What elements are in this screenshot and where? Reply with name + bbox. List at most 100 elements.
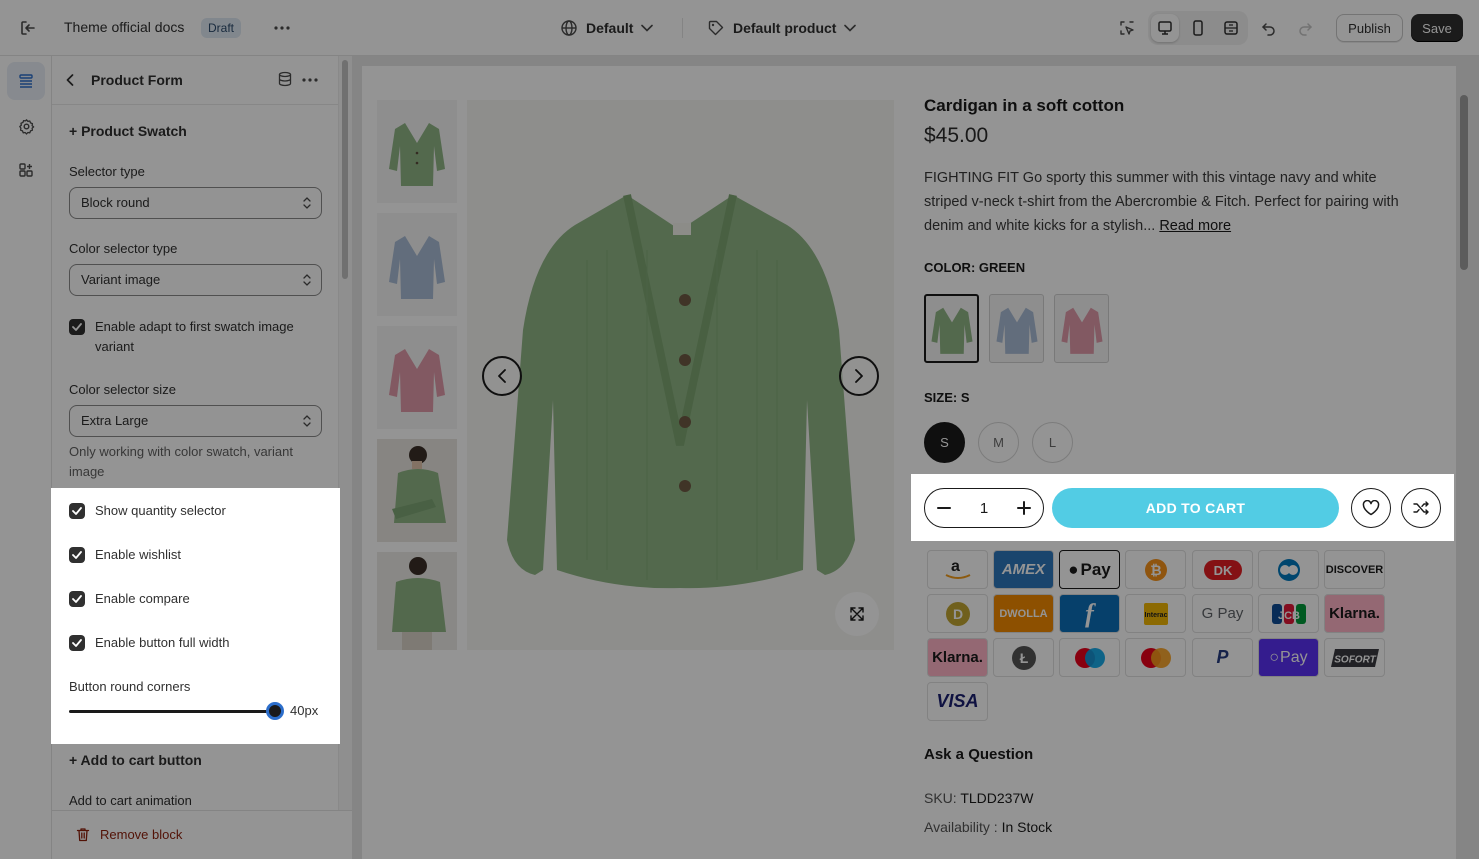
save-button[interactable]: Save	[1411, 14, 1463, 42]
checkbox-checked[interactable]	[69, 635, 85, 651]
size-help-text: Only working with color swatch, variant …	[69, 444, 293, 479]
thumbnail-model-front[interactable]	[377, 439, 457, 542]
database-icon[interactable]	[277, 71, 295, 89]
wishlist-button[interactable]	[1351, 488, 1391, 528]
swatch-green[interactable]	[924, 294, 979, 363]
compare-row[interactable]: Enable compare	[69, 589, 314, 609]
slider-thumb[interactable]	[266, 702, 284, 720]
litecoin-icon: Ł	[993, 638, 1054, 677]
swatch-pink[interactable]	[1054, 294, 1109, 363]
thumbnail-green[interactable]	[377, 100, 457, 203]
svg-text:a: a	[951, 558, 960, 575]
color-label: COLOR: GREEN	[924, 260, 1026, 275]
sku-value: TLDD237W	[960, 790, 1034, 806]
amex-icon: AMEX	[993, 550, 1054, 589]
theme-selector[interactable]: Default	[560, 16, 654, 40]
next-image-button[interactable]	[839, 356, 879, 396]
inspector-icon[interactable]	[1113, 14, 1141, 42]
compare-label: Enable compare	[95, 591, 190, 606]
sofort-icon: SOFORT	[1324, 638, 1385, 677]
adapt-checkbox-row[interactable]: Enable adapt to first swatch image varia…	[69, 317, 314, 357]
gear-icon[interactable]	[7, 107, 45, 145]
maestro-icon	[1059, 638, 1120, 677]
show-quantity-row[interactable]: Show quantity selector	[69, 501, 314, 521]
exit-icon[interactable]	[16, 16, 40, 40]
wishlist-row[interactable]: Enable wishlist	[69, 545, 314, 565]
availability-value: In Stock	[1001, 819, 1053, 835]
size-option-l[interactable]: L	[1032, 422, 1073, 463]
read-more-link[interactable]: Read more	[1159, 218, 1231, 234]
paypal-icon: P	[1192, 638, 1253, 677]
add-to-cart-button[interactable]: ADD TO CART	[1052, 488, 1339, 528]
template-selector[interactable]: Default product	[707, 16, 857, 40]
globe-icon	[560, 19, 578, 37]
sections-icon[interactable]	[7, 62, 45, 100]
section-add-to-cart[interactable]: + Add to cart button	[69, 752, 202, 768]
select-caret-icon	[303, 273, 311, 287]
publish-button[interactable]: Publish	[1336, 14, 1403, 42]
expand-icon	[849, 606, 865, 622]
size-option-m[interactable]: M	[978, 422, 1019, 463]
apps-icon[interactable]	[7, 151, 45, 189]
svg-text:Ł: Ł	[1019, 650, 1028, 666]
chevron-left-icon	[497, 369, 507, 383]
show-quantity-label: Show quantity selector	[95, 503, 226, 518]
back-icon[interactable]	[66, 70, 82, 90]
product-description: FIGHTING FIT Go sporty this summer with …	[924, 166, 1424, 238]
status-badge: Draft	[201, 18, 242, 38]
ask-question-link[interactable]: Ask a Question	[924, 746, 1033, 763]
fullscreen-icon[interactable]	[1217, 14, 1245, 42]
quantity-value[interactable]: 1	[980, 500, 988, 517]
main-product-image[interactable]	[467, 100, 894, 650]
dogecoin-icon: D	[927, 594, 988, 633]
chevron-right-icon	[854, 369, 864, 383]
section-product-swatch[interactable]: + Product Swatch	[69, 123, 187, 139]
more-icon[interactable]	[300, 70, 320, 90]
color-selector-type-label: Color selector type	[69, 241, 178, 256]
thumbnail-model-back[interactable]	[377, 552, 457, 650]
prev-image-button[interactable]	[482, 356, 522, 396]
full-width-row[interactable]: Enable button full width	[69, 633, 314, 653]
checkbox-checked[interactable]	[69, 319, 85, 335]
diners-icon	[1258, 550, 1319, 589]
zoom-button[interactable]	[835, 592, 879, 636]
panel-scrollbar[interactable]	[342, 60, 348, 279]
google-pay-icon: G Pay	[1192, 594, 1253, 633]
discover-icon: DISCOVER	[1324, 550, 1385, 589]
quantity-stepper[interactable]: 1	[924, 488, 1044, 528]
tag-icon	[707, 19, 725, 37]
color-selector-type-select[interactable]: Variant image	[69, 264, 322, 296]
size-option-s[interactable]: S	[924, 422, 965, 463]
preview-scrollbar[interactable]	[1460, 95, 1468, 270]
selector-type-value: Block round	[81, 195, 150, 210]
shop-pay-icon: ○ Pay	[1258, 638, 1319, 677]
availability-key: Availability :	[924, 819, 998, 835]
minus-icon[interactable]	[937, 501, 951, 515]
round-corners-slider[interactable]	[69, 710, 275, 713]
animation-label: Add to cart animation	[69, 793, 192, 808]
highlighted-cart-row: 1 ADD TO CART	[911, 474, 1454, 541]
swatch-blue[interactable]	[989, 294, 1044, 363]
thumbnail-pink[interactable]	[377, 326, 457, 429]
remove-block-button[interactable]: Remove block	[76, 827, 182, 842]
desktop-icon[interactable]	[1151, 14, 1179, 42]
checkbox-checked[interactable]	[69, 547, 85, 563]
selector-type-select[interactable]: Block round	[69, 187, 322, 219]
mobile-icon[interactable]	[1184, 14, 1212, 42]
jcb-label: JCB	[1277, 610, 1299, 622]
thumbnail-blue[interactable]	[377, 213, 457, 316]
checkbox-checked[interactable]	[69, 503, 85, 519]
undo-icon[interactable]	[1255, 14, 1283, 42]
select-caret-icon	[303, 196, 311, 210]
more-icon[interactable]	[270, 16, 294, 40]
checkbox-checked[interactable]	[69, 591, 85, 607]
color-selector-size-select[interactable]: Extra Large	[69, 405, 322, 437]
plus-icon[interactable]	[1017, 501, 1031, 515]
redo-icon[interactable]	[1291, 14, 1319, 42]
shop-pay-label: Pay	[1280, 648, 1308, 666]
round-corners-value: 40px	[290, 703, 319, 718]
chevron-down-icon	[844, 24, 857, 32]
klarna-icon: Klarna.	[1324, 594, 1385, 633]
selector-type-label: Selector type	[69, 164, 145, 179]
compare-button[interactable]	[1401, 488, 1441, 528]
